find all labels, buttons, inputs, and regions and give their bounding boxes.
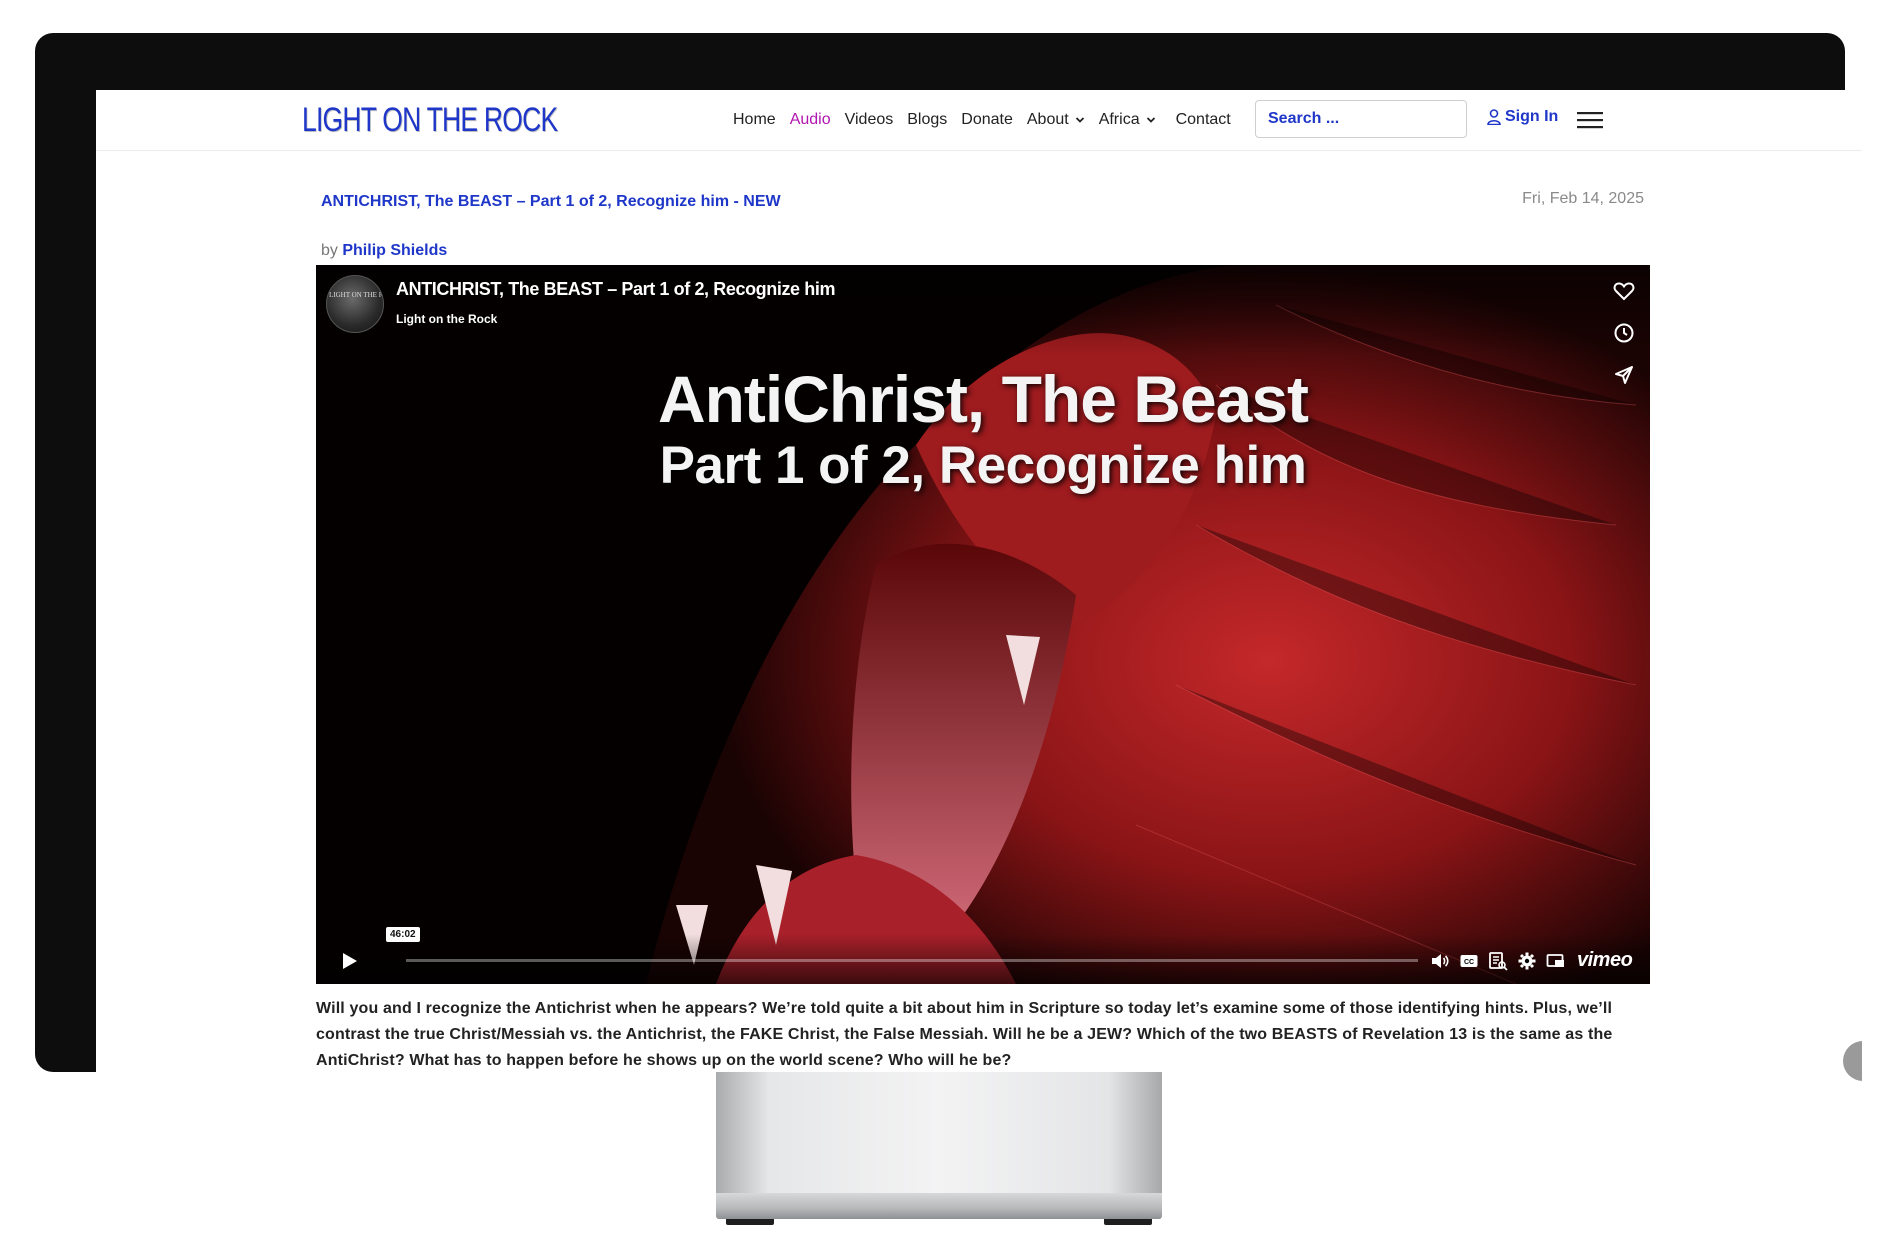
nav-item-label: Donate	[961, 111, 1013, 128]
volume-icon[interactable]	[1430, 951, 1450, 971]
captions-icon[interactable]: CC	[1459, 951, 1479, 971]
article-title-link[interactable]: ANTICHRIST, The BEAST – Part 1 of 2, Rec…	[321, 193, 781, 211]
monitor-frame: LIGHT ON THE ROCK Home Audio Videos Blog…	[35, 33, 1862, 1083]
monitor-stand	[716, 1072, 1162, 1196]
nav-item-audio[interactable]: Audio	[790, 111, 831, 129]
nav-item-label: About	[1026, 111, 1069, 128]
nav-item-label: Videos	[844, 111, 894, 128]
pip-icon[interactable]	[1546, 951, 1566, 971]
search-input[interactable]	[1256, 101, 1470, 137]
nav-item-about[interactable]: About	[1027, 111, 1085, 129]
thumbnail-title-text: AntiChrist, The Beast	[657, 362, 1309, 436]
sign-in-label: Sign In	[1505, 108, 1559, 125]
progress-bar[interactable]: 46:02	[386, 927, 1418, 962]
monitor-foot	[1104, 1219, 1152, 1225]
thumbnail-subtitle-text: Part 1 of 2, Recognize him	[659, 436, 1307, 495]
hamburger-menu-icon[interactable]	[1577, 111, 1603, 129]
site-header: LIGHT ON THE ROCK Home Audio Videos Blog…	[96, 90, 1862, 151]
author-link[interactable]: Philip Shields	[342, 242, 447, 259]
user-icon	[1487, 109, 1501, 125]
nav-item-videos[interactable]: Videos	[845, 111, 894, 129]
nav-item-home[interactable]: Home	[733, 111, 776, 129]
transcript-icon[interactable]	[1488, 951, 1508, 971]
chevron-down-icon	[1075, 117, 1084, 123]
nav-item-label: Audio	[789, 111, 831, 128]
chevron-down-icon	[1146, 117, 1155, 123]
heart-icon[interactable]	[1612, 279, 1636, 303]
browser-viewport: LIGHT ON THE ROCK Home Audio Videos Blog…	[96, 90, 1862, 1083]
nav-item-blogs[interactable]: Blogs	[907, 111, 947, 129]
channel-avatar[interactable]: LIGHT ON THE ROCK	[326, 275, 384, 333]
video-controls: 46:02 CC vimeo	[316, 927, 1650, 984]
main-nav: Home Audio Videos Blogs Donate About Afr…	[733, 109, 1245, 131]
scroll-to-top-button[interactable]	[1843, 1041, 1862, 1081]
duration-badge: 46:02	[386, 927, 420, 942]
sign-in-link[interactable]: Sign In	[1487, 108, 1558, 126]
play-icon[interactable]	[342, 952, 358, 970]
settings-icon[interactable]	[1517, 951, 1537, 971]
video-player[interactable]: LIGHT ON THE ROCK ANTICHRIST, The BEAST …	[316, 265, 1650, 984]
video-channel-name[interactable]: Light on the Rock	[396, 312, 497, 326]
monitor-foot	[726, 1219, 774, 1225]
search-box	[1255, 100, 1470, 138]
video-title[interactable]: ANTICHRIST, The BEAST – Part 1 of 2, Rec…	[396, 279, 835, 300]
monitor-stand-base	[716, 1193, 1162, 1219]
byline-prefix: by	[321, 242, 338, 259]
nav-item-label: Home	[733, 111, 776, 128]
article-date: Fri, Feb 14, 2025	[1522, 190, 1644, 207]
nav-item-label: Blogs	[907, 111, 948, 128]
byline: by Philip Shields	[321, 242, 447, 260]
site-logo[interactable]: LIGHT ON THE ROCK	[302, 100, 558, 140]
nav-item-label: Contact	[1175, 111, 1231, 128]
player-control-icons: CC vimeo	[1430, 949, 1633, 972]
nav-item-contact[interactable]: Contact	[1176, 111, 1231, 129]
article-description: Will you and I recognize the Antichrist …	[316, 1000, 1613, 1069]
nav-item-africa[interactable]: Africa	[1099, 111, 1156, 129]
nav-item-donate[interactable]: Donate	[961, 111, 1013, 129]
vimeo-logo[interactable]: vimeo	[1577, 949, 1633, 972]
svg-text:CC: CC	[1464, 959, 1474, 966]
clock-icon[interactable]	[1612, 321, 1636, 345]
avatar-logo-text: LIGHT ON THE ROCK	[329, 291, 384, 299]
nav-item-label: Africa	[1098, 111, 1140, 128]
